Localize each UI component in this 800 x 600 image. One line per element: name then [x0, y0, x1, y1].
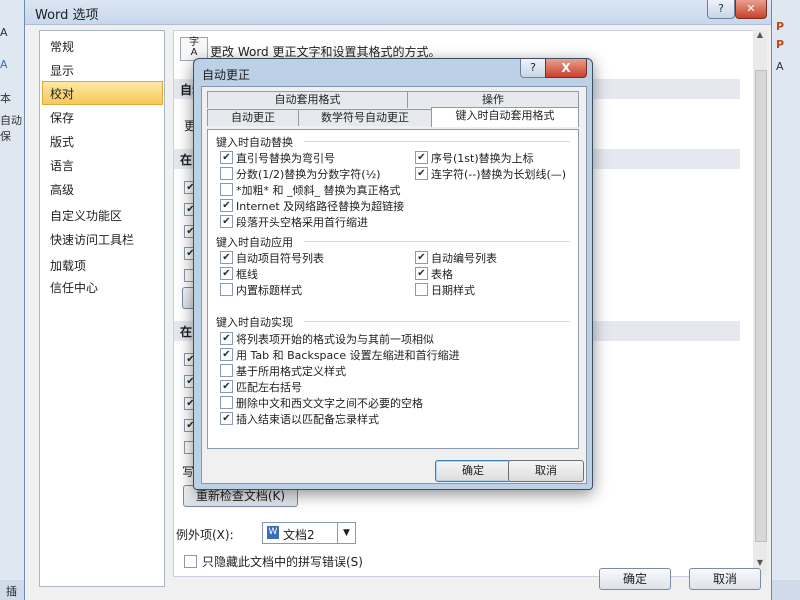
dialog-ok-button[interactable]: 确定	[435, 460, 511, 482]
background-word-window-right: P P A	[772, 0, 800, 600]
tab-autoformat[interactable]: 自动套用格式	[207, 91, 408, 108]
checkbox[interactable]	[220, 183, 233, 196]
nav-item-display[interactable]: 显示	[50, 62, 74, 79]
exceptions-label: 例外项(X):	[176, 528, 234, 542]
checkbox[interactable]	[415, 251, 428, 264]
group-divider	[304, 241, 570, 242]
word-options-titlebar: Word 选项 ? ✕	[25, 0, 771, 25]
tab-actions[interactable]: 操作	[407, 91, 579, 108]
nav-item-save[interactable]: 保存	[50, 109, 74, 126]
checkbox[interactable]	[220, 332, 233, 345]
text-effect-glyph: A	[0, 58, 8, 71]
group-divider	[304, 141, 570, 142]
nav-item-layout[interactable]: 版式	[50, 133, 74, 150]
dialog-help-button[interactable]: ?	[520, 59, 546, 78]
autocorrect-dialog-title: 自动更正	[202, 68, 251, 82]
scroll-thumb[interactable]	[755, 70, 767, 542]
tab-autocorrect[interactable]: 自动更正	[207, 109, 299, 126]
checkbox[interactable]	[220, 283, 233, 296]
help-button[interactable]: ?	[707, 0, 735, 19]
checkbox[interactable]	[220, 199, 233, 212]
checkbox[interactable]	[415, 283, 428, 296]
nav-item-quick-access[interactable]: 快速访问工具栏	[50, 231, 134, 248]
checkbox[interactable]	[220, 151, 233, 164]
checkbox[interactable]	[415, 151, 428, 164]
options-nav: 常规 显示 校对 保存 版式 语言 高级 自定义功能区 快速访问工具栏 加载项 …	[39, 30, 165, 587]
exceptions-value: 文档2	[283, 528, 315, 542]
group-divider	[304, 321, 570, 322]
checkbox[interactable]	[220, 364, 233, 377]
options-ok-button[interactable]: 确定	[599, 568, 671, 590]
group-automatically-as-you-type: 键入时自动实现	[216, 316, 293, 329]
autoformat-as-you-type-panel: 键入时自动替换 直引号替换为弯引号 分数(1/2)替换为分数字符(½) *加粗*…	[207, 129, 579, 449]
nav-item-advanced[interactable]: 高级	[50, 181, 74, 198]
checkbox[interactable]	[220, 412, 233, 425]
dialog-cancel-button[interactable]: 取消	[508, 460, 584, 482]
checkbox[interactable]	[220, 396, 233, 409]
exceptions-dropdown[interactable]: W 文档2 ▼	[262, 522, 356, 544]
nav-item-proofing[interactable]: 校对	[50, 85, 74, 102]
insert-tab-glyph: 插	[6, 585, 17, 598]
hide-errors-label: 只隐藏此文档中的拼写错误(S)	[202, 555, 363, 569]
powerpoint-icon-2: P	[776, 38, 785, 51]
checkbox[interactable]	[220, 267, 233, 280]
checkbox[interactable]	[220, 167, 233, 180]
tab-autoformat-as-you-type[interactable]: 键入时自动套用格式	[431, 107, 579, 127]
scroll-up-icon[interactable]: ▲	[754, 30, 766, 44]
nav-item-language[interactable]: 语言	[50, 157, 74, 174]
group-replace-as-you-type: 键入时自动替换	[216, 136, 293, 149]
checkbox[interactable]	[220, 348, 233, 361]
nav-item-trust-center[interactable]: 信任中心	[50, 279, 98, 296]
options-cancel-button[interactable]: 取消	[689, 568, 761, 590]
tab-math-autocorrect[interactable]: 数学符号自动更正	[298, 109, 432, 126]
style-glyph: A	[776, 60, 784, 73]
options-scrollbar[interactable]: ▲ ▼	[753, 30, 767, 575]
checkbox[interactable]	[220, 251, 233, 264]
dialog-close-icon[interactable]: X	[545, 59, 587, 78]
hide-errors-checkbox[interactable]	[184, 555, 197, 568]
nav-item-general[interactable]: 常规	[50, 38, 74, 55]
checkbox[interactable]	[220, 215, 233, 228]
font-size-glyph: A	[0, 26, 8, 39]
autocorrect-dialog-body: 自动套用格式 操作 自动更正 数学符号自动更正 键入时自动套用格式 键入时自动替…	[201, 86, 587, 484]
ribbon-glyph: 本	[0, 92, 11, 105]
nav-item-customize-ribbon[interactable]: 自定义功能区	[50, 207, 122, 224]
checkbox[interactable]	[220, 380, 233, 393]
nav-item-addins[interactable]: 加载项	[50, 257, 86, 274]
word-doc-icon: W	[267, 526, 279, 539]
checkbox[interactable]	[415, 167, 428, 180]
checkbox[interactable]	[415, 267, 428, 280]
group-apply-as-you-type: 键入时自动应用	[216, 236, 293, 249]
chevron-down-icon[interactable]: ▼	[337, 523, 355, 543]
close-icon[interactable]: ✕	[735, 0, 767, 19]
powerpoint-icon: P	[776, 20, 785, 33]
word-options-title: Word 选项	[35, 8, 99, 23]
autocorrect-dialog: 自动更正 ? X 自动套用格式 操作 自动更正 数学符号自动更正 键入时自动套用…	[193, 58, 593, 490]
